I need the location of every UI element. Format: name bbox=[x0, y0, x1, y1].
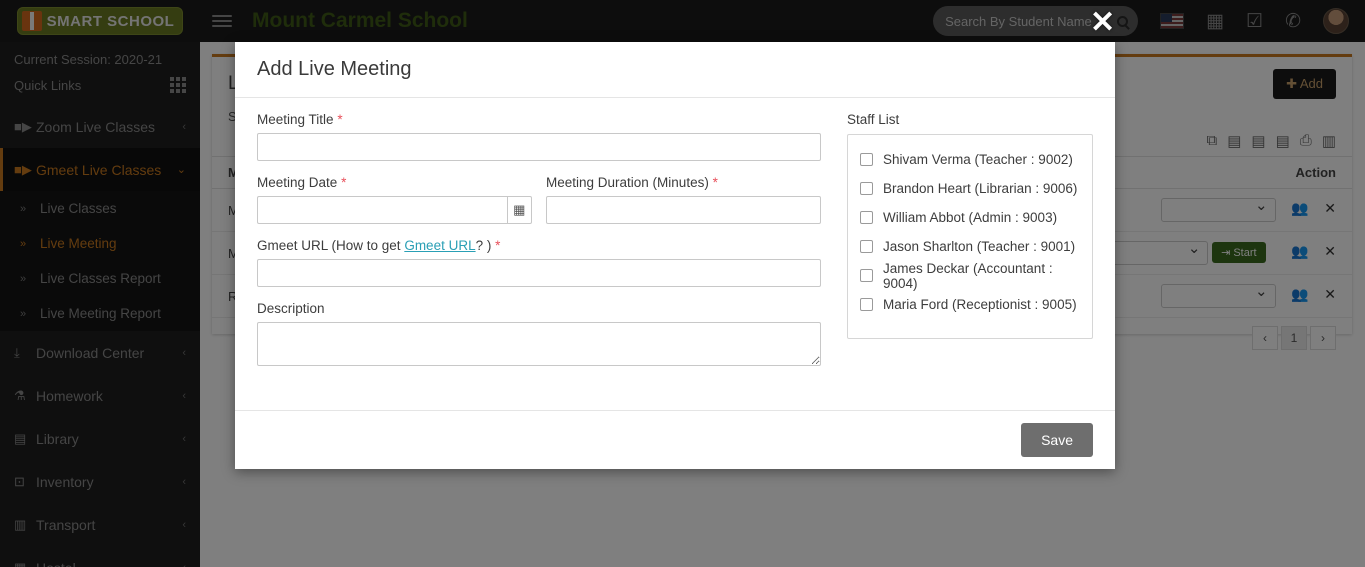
gmeet-url-label-suffix: ? ) bbox=[476, 238, 496, 253]
close-icon[interactable]: ✕ bbox=[1090, 8, 1115, 38]
description-textarea[interactable] bbox=[257, 322, 821, 366]
required-asterisk: * bbox=[337, 112, 342, 127]
meeting-title-field: Meeting Title * bbox=[257, 112, 821, 161]
checkbox-icon[interactable] bbox=[860, 211, 873, 224]
gmeet-url-field: Gmeet URL (How to get Gmeet URL? ) * bbox=[257, 238, 821, 287]
staff-name: William Abbot (Admin : 9003) bbox=[883, 210, 1057, 225]
meeting-date-label-text: Meeting Date bbox=[257, 175, 337, 190]
date-duration-row: Meeting Date * ▦ Meeting Duration (Minut… bbox=[257, 175, 821, 238]
gmeet-url-help-link[interactable]: Gmeet URL bbox=[404, 238, 475, 253]
checkbox-icon[interactable] bbox=[860, 240, 873, 253]
staff-list-column: Staff List Shivam Verma (Teacher : 9002)… bbox=[847, 112, 1093, 410]
required-asterisk: * bbox=[713, 175, 718, 190]
list-item[interactable]: Shivam Verma (Teacher : 9002) bbox=[860, 145, 1080, 174]
staff-name: Jason Sharlton (Teacher : 9001) bbox=[883, 239, 1075, 254]
description-field: Description bbox=[257, 301, 821, 371]
required-asterisk: * bbox=[341, 175, 346, 190]
form-left-column: Meeting Title * Meeting Date * ▦ bbox=[257, 112, 821, 410]
meeting-date-field: Meeting Date * ▦ bbox=[257, 175, 532, 224]
modal-header: Add Live Meeting bbox=[235, 42, 1115, 98]
staff-name: Shivam Verma (Teacher : 9002) bbox=[883, 152, 1073, 167]
modal-footer: Save bbox=[235, 410, 1115, 469]
meeting-date-input[interactable] bbox=[257, 196, 507, 224]
app-root: List ✚ Add Se ⧉ ▤ ▤ ▤ ⎙ ▥ M Action M bbox=[0, 0, 1365, 567]
checkbox-icon[interactable] bbox=[860, 298, 873, 311]
modal-title: Add Live Meeting bbox=[257, 58, 1093, 81]
staff-name: Brandon Heart (Librarian : 9006) bbox=[883, 181, 1077, 196]
description-label: Description bbox=[257, 301, 821, 316]
add-live-meeting-modal: Add Live Meeting Meeting Title * Meeting… bbox=[235, 42, 1115, 469]
gmeet-url-input[interactable] bbox=[257, 259, 821, 287]
staff-list-label: Staff List bbox=[847, 112, 1093, 127]
modal-body: Meeting Title * Meeting Date * ▦ bbox=[235, 98, 1115, 410]
gmeet-url-label-prefix: Gmeet URL (How to get bbox=[257, 238, 404, 253]
checkbox-icon[interactable] bbox=[860, 182, 873, 195]
gmeet-url-label: Gmeet URL (How to get Gmeet URL? ) * bbox=[257, 238, 821, 253]
meeting-duration-label-text: Meeting Duration (Minutes) bbox=[546, 175, 709, 190]
save-button[interactable]: Save bbox=[1021, 423, 1093, 457]
list-item[interactable]: Brandon Heart (Librarian : 9006) bbox=[860, 174, 1080, 203]
staff-name: Maria Ford (Receptionist : 9005) bbox=[883, 297, 1077, 312]
list-item[interactable]: William Abbot (Admin : 9003) bbox=[860, 203, 1080, 232]
checkbox-icon[interactable] bbox=[860, 153, 873, 166]
staff-list-box: Shivam Verma (Teacher : 9002) Brandon He… bbox=[847, 134, 1093, 339]
meeting-title-label-text: Meeting Title bbox=[257, 112, 334, 127]
date-input-group: ▦ bbox=[257, 196, 532, 224]
meeting-duration-label: Meeting Duration (Minutes) * bbox=[546, 175, 821, 190]
list-item[interactable]: Jason Sharlton (Teacher : 9001) bbox=[860, 232, 1080, 261]
list-item[interactable]: James Deckar (Accountant : 9004) bbox=[860, 261, 1080, 290]
meeting-title-label: Meeting Title * bbox=[257, 112, 821, 127]
list-item[interactable]: Maria Ford (Receptionist : 9005) bbox=[860, 290, 1080, 319]
calendar-icon[interactable]: ▦ bbox=[507, 196, 532, 224]
required-asterisk: * bbox=[495, 238, 500, 253]
checkbox-icon[interactable] bbox=[860, 269, 873, 282]
meeting-duration-input[interactable] bbox=[546, 196, 821, 224]
staff-name: James Deckar (Accountant : 9004) bbox=[883, 261, 1080, 291]
meeting-duration-field: Meeting Duration (Minutes) * bbox=[546, 175, 821, 224]
meeting-title-input[interactable] bbox=[257, 133, 821, 161]
meeting-date-label: Meeting Date * bbox=[257, 175, 532, 190]
